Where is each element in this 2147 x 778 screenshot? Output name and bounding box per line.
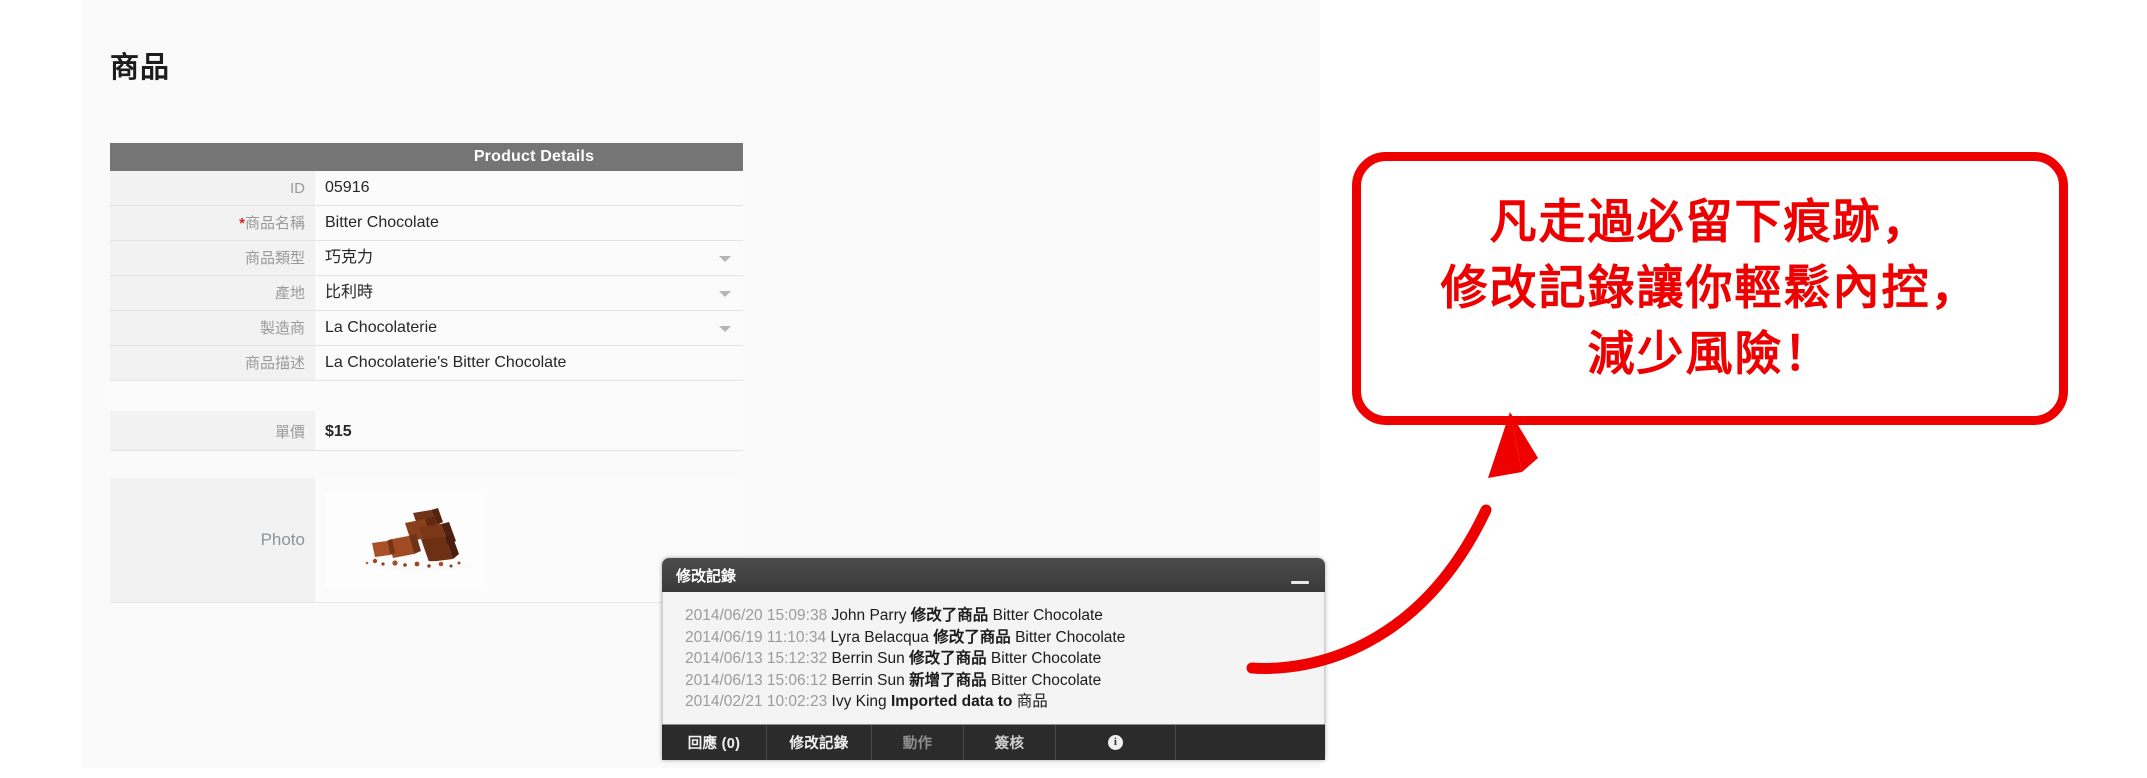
- field-value-product-name[interactable]: Bitter Chocolate: [315, 206, 743, 240]
- table-row-id: ID 05916: [110, 171, 743, 206]
- history-user: John Parry: [831, 607, 907, 624]
- screenshot-root: 商品 Product Details ID 05916 *商品名稱 Bitter…: [0, 0, 2147, 778]
- field-label-unit-price: 單價: [110, 411, 315, 450]
- history-action: Imported data to: [890, 693, 1013, 710]
- history-object: 商品: [1016, 693, 1048, 710]
- history-timestamp: 2014/02/21 10:02:23: [685, 693, 828, 710]
- field-value-id: 05916: [315, 171, 743, 205]
- table-row-unit-price[interactable]: 單價 $15: [110, 411, 743, 451]
- field-label-origin: 產地: [110, 276, 315, 310]
- history-timestamp: 2014/06/13 15:06:12: [685, 671, 828, 689]
- page-title: 商品: [110, 52, 171, 84]
- history-action: 新增了商品: [909, 671, 987, 689]
- field-label-description: 商品描述: [110, 346, 315, 380]
- history-object: Bitter Chocolate: [1015, 628, 1126, 646]
- field-label-manufacturer: 製造商: [110, 311, 315, 345]
- history-list: 2014/06/20 15:09:38 John Parry 修改了商品 Bit…: [662, 592, 1325, 724]
- minimize-icon[interactable]: [1291, 581, 1309, 584]
- list-item: 2014/06/13 15:06:12 Berrin Sun 新增了商品 Bit…: [685, 670, 1324, 692]
- product-details-table: Product Details ID 05916 *商品名稱 Bitter Ch…: [110, 143, 743, 451]
- field-value-description[interactable]: La Chocolaterie's Bitter Chocolate: [315, 346, 743, 380]
- product-details-header: Product Details: [110, 143, 743, 171]
- field-label-product-type: 商品類型: [110, 241, 315, 275]
- chocolate-photo-image: [325, 491, 487, 589]
- history-timestamp: 2014/06/13 15:12:32: [685, 650, 828, 667]
- field-label-text: 商品名稱: [244, 215, 305, 232]
- field-value-origin[interactable]: 比利時: [315, 276, 743, 310]
- product-photo-thumbnail[interactable]: [325, 491, 487, 589]
- field-label-photo: Photo: [110, 478, 315, 602]
- field-value-manufacturer[interactable]: La Chocolaterie: [315, 311, 743, 345]
- history-timestamp: 2014/06/19 11:10:34: [685, 628, 827, 646]
- history-user: Ivy King: [831, 693, 887, 710]
- list-item: 2014/06/19 11:10:34 Lyra Belacqua 修改了商品 …: [685, 627, 1324, 649]
- table-row-product-type[interactable]: 商品類型 巧克力: [110, 241, 743, 276]
- field-value-unit-price[interactable]: $15: [315, 411, 743, 450]
- table-row-manufacturer[interactable]: 製造商 La Chocolaterie: [110, 311, 743, 346]
- history-panel-title: 修改記錄: [676, 567, 737, 585]
- modification-history-panel: 修改記錄 2014/06/20 15:09:38 John Parry 修改了商…: [662, 558, 1325, 760]
- history-action: 修改了商品: [909, 650, 987, 667]
- field-label-product-name: *商品名稱: [110, 206, 315, 240]
- annotation-callout: 凡走過必留下痕跡， 修改記錄讓你輕鬆內控， 減少風險！: [1352, 152, 2068, 425]
- history-object: Bitter Chocolate: [990, 650, 1102, 667]
- info-icon: i: [1108, 734, 1123, 750]
- chevron-down-icon[interactable]: [719, 291, 731, 297]
- table-row-photo: Photo: [110, 478, 743, 603]
- tab-info[interactable]: i: [1056, 724, 1176, 760]
- annotation-line-2: 修改記錄讓你輕鬆內控，: [1440, 260, 1980, 316]
- history-panel-tabs: 回應 (0) 修改記錄 動作 簽核 i: [662, 723, 1325, 760]
- history-timestamp: 2014/06/20 15:09:38: [685, 607, 828, 624]
- table-row-description[interactable]: 商品描述 La Chocolaterie's Bitter Chocolate: [110, 346, 743, 381]
- tab-comments[interactable]: 回應 (0): [662, 724, 767, 760]
- tab-actions[interactable]: 動作: [872, 724, 964, 760]
- history-user: Berrin Sun: [831, 671, 905, 689]
- tab-modification-history[interactable]: 修改記錄: [767, 724, 872, 760]
- history-action: 修改了商品: [933, 628, 1011, 646]
- field-label-id: ID: [110, 171, 315, 205]
- history-object: Bitter Chocolate: [992, 607, 1103, 624]
- history-user: Berrin Sun: [831, 650, 905, 667]
- row-spacer: [110, 381, 743, 411]
- history-user: Lyra Belacqua: [830, 628, 929, 646]
- history-object: Bitter Chocolate: [990, 671, 1102, 689]
- table-row-product-name[interactable]: *商品名稱 Bitter Chocolate: [110, 206, 743, 241]
- history-action: 修改了商品: [910, 607, 989, 624]
- table-row-origin[interactable]: 產地 比利時: [110, 276, 743, 311]
- list-item: 2014/06/20 15:09:38 John Parry 修改了商品 Bit…: [685, 605, 1324, 627]
- chevron-down-icon[interactable]: [719, 256, 731, 262]
- list-item: 2014/06/13 15:12:32 Berrin Sun 修改了商品 Bit…: [685, 648, 1324, 670]
- annotation-line-3: 減少風險！: [1587, 326, 1833, 382]
- list-item: 2014/02/21 10:02:23 Ivy King Imported da…: [685, 691, 1324, 713]
- chevron-down-icon[interactable]: [719, 326, 731, 332]
- history-panel-titlebar[interactable]: 修改記錄: [662, 558, 1325, 592]
- field-value-product-type[interactable]: 巧克力: [315, 241, 743, 275]
- annotation-line-1: 凡走過必留下痕跡，: [1489, 194, 1931, 250]
- tab-approval[interactable]: 簽核: [964, 724, 1056, 760]
